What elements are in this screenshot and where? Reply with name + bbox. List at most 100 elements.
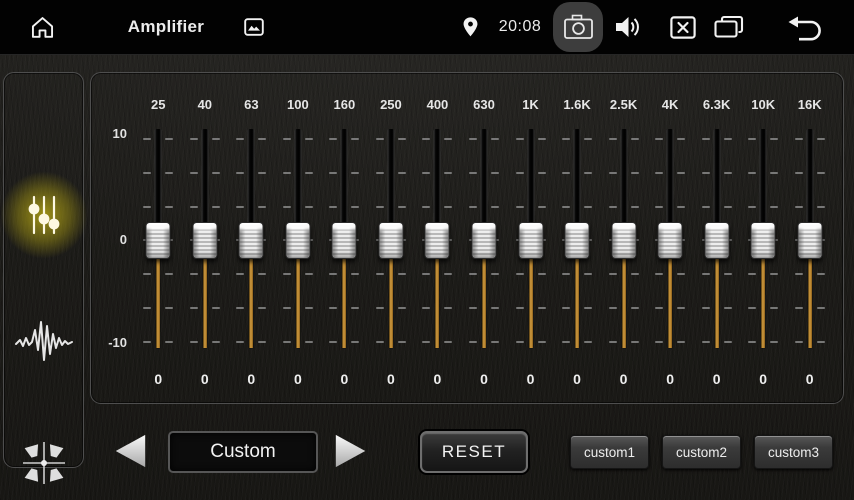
- band-slider[interactable]: [414, 126, 461, 356]
- slider-tick: [748, 273, 756, 275]
- slider-tick: [212, 273, 220, 275]
- location-indicator: [460, 0, 480, 54]
- custom1-button[interactable]: custom1: [570, 435, 649, 469]
- slider-handle[interactable]: [611, 222, 636, 259]
- slider-tick: [631, 341, 639, 343]
- band-slider[interactable]: [275, 126, 322, 356]
- slider-tick: [143, 341, 151, 343]
- band-value: 0: [182, 369, 229, 389]
- slider-tick: [817, 206, 825, 208]
- eq-bands: 25 0 40 0 63 0 100 0: [135, 95, 833, 411]
- custom2-button[interactable]: custom2: [662, 435, 741, 469]
- slider-tick: [724, 273, 732, 275]
- eq-band: 10K 0: [740, 95, 787, 411]
- band-slider[interactable]: [368, 126, 415, 356]
- band-slider[interactable]: [600, 126, 647, 356]
- band-slider[interactable]: [554, 126, 601, 356]
- gallery-button[interactable]: [242, 0, 266, 54]
- sidebar-item-sound-effects[interactable]: [4, 291, 83, 391]
- slider-handle[interactable]: [704, 222, 729, 259]
- slider-tick: [422, 138, 430, 140]
- band-value: 0: [554, 369, 601, 389]
- slider-tick: [376, 206, 384, 208]
- preset-next-button[interactable]: [331, 430, 371, 472]
- slider-tick: [538, 307, 546, 309]
- slider-tick: [702, 273, 710, 275]
- scale-label-mid: 0: [91, 231, 127, 249]
- slider-tick: [329, 341, 337, 343]
- band-frequency-label: 400: [414, 95, 461, 115]
- slider-tick: [469, 341, 477, 343]
- slider-tick: [655, 273, 663, 275]
- band-slider[interactable]: [182, 126, 229, 356]
- slider-tick: [631, 138, 639, 140]
- sidebar-item-equalizer[interactable]: [4, 165, 83, 265]
- preset-prev-button[interactable]: [110, 430, 150, 472]
- slider-handle[interactable]: [518, 222, 543, 259]
- slider-tick: [236, 341, 244, 343]
- slider-tick: [190, 172, 198, 174]
- home-button[interactable]: [26, 0, 58, 54]
- band-slider[interactable]: [647, 126, 694, 356]
- slider-tick: [143, 172, 151, 174]
- screenshot-button[interactable]: [553, 2, 603, 52]
- slider-tick: [817, 273, 825, 275]
- slider-tick: [516, 273, 524, 275]
- eq-band: 160 0: [321, 95, 368, 411]
- slider-tick: [584, 206, 592, 208]
- slider-tick: [165, 172, 173, 174]
- slider-tick: [258, 307, 266, 309]
- band-slider[interactable]: [135, 126, 182, 356]
- close-app-button[interactable]: [668, 0, 698, 54]
- slider-tick: [398, 273, 406, 275]
- slider-tick: [236, 307, 244, 309]
- custom3-button[interactable]: custom3: [754, 435, 833, 469]
- band-slider[interactable]: [228, 126, 275, 356]
- eq-band: 63 0: [228, 95, 275, 411]
- slider-tick: [143, 138, 151, 140]
- slider-tick: [305, 138, 313, 140]
- slider-handle[interactable]: [751, 222, 776, 259]
- slider-tick: [491, 138, 499, 140]
- eq-band: 25 0: [135, 95, 182, 411]
- reset-button[interactable]: RESET: [420, 431, 528, 473]
- recent-apps-button[interactable]: [712, 0, 746, 54]
- slider-tick: [724, 307, 732, 309]
- back-button[interactable]: [785, 0, 825, 54]
- slider-handle[interactable]: [471, 222, 496, 259]
- band-slider[interactable]: [461, 126, 508, 356]
- slider-tick: [305, 341, 313, 343]
- band-value: 0: [135, 369, 182, 389]
- band-slider[interactable]: [507, 126, 554, 356]
- band-frequency-label: 40: [182, 95, 229, 115]
- volume-button[interactable]: [612, 0, 644, 54]
- slider-handle[interactable]: [565, 222, 590, 259]
- slider-tick: [165, 273, 173, 275]
- slider-tick: [444, 206, 452, 208]
- slider-handle[interactable]: [239, 222, 264, 259]
- slider-tick: [376, 172, 384, 174]
- slider-handle[interactable]: [797, 222, 822, 259]
- band-slider[interactable]: [786, 126, 833, 356]
- slider-handle[interactable]: [285, 222, 310, 259]
- sidebar-item-speaker-balance[interactable]: [4, 413, 83, 500]
- slider-handle[interactable]: [425, 222, 450, 259]
- slider-handle[interactable]: [146, 222, 171, 259]
- slider-handle[interactable]: [658, 222, 683, 259]
- preset-name-display[interactable]: Custom: [168, 431, 318, 473]
- band-slider[interactable]: [321, 126, 368, 356]
- slider-tick: [770, 273, 778, 275]
- slider-tick: [444, 307, 452, 309]
- slider-tick: [165, 307, 173, 309]
- slider-tick: [212, 138, 220, 140]
- slider-tick: [469, 273, 477, 275]
- band-slider[interactable]: [693, 126, 740, 356]
- eq-band: 1K 0: [507, 95, 554, 411]
- eq-band: 40 0: [182, 95, 229, 411]
- slider-tick: [655, 138, 663, 140]
- band-slider[interactable]: [740, 126, 787, 356]
- eq-band: 6.3K 0: [693, 95, 740, 411]
- slider-handle[interactable]: [378, 222, 403, 259]
- slider-handle[interactable]: [192, 222, 217, 259]
- slider-handle[interactable]: [332, 222, 357, 259]
